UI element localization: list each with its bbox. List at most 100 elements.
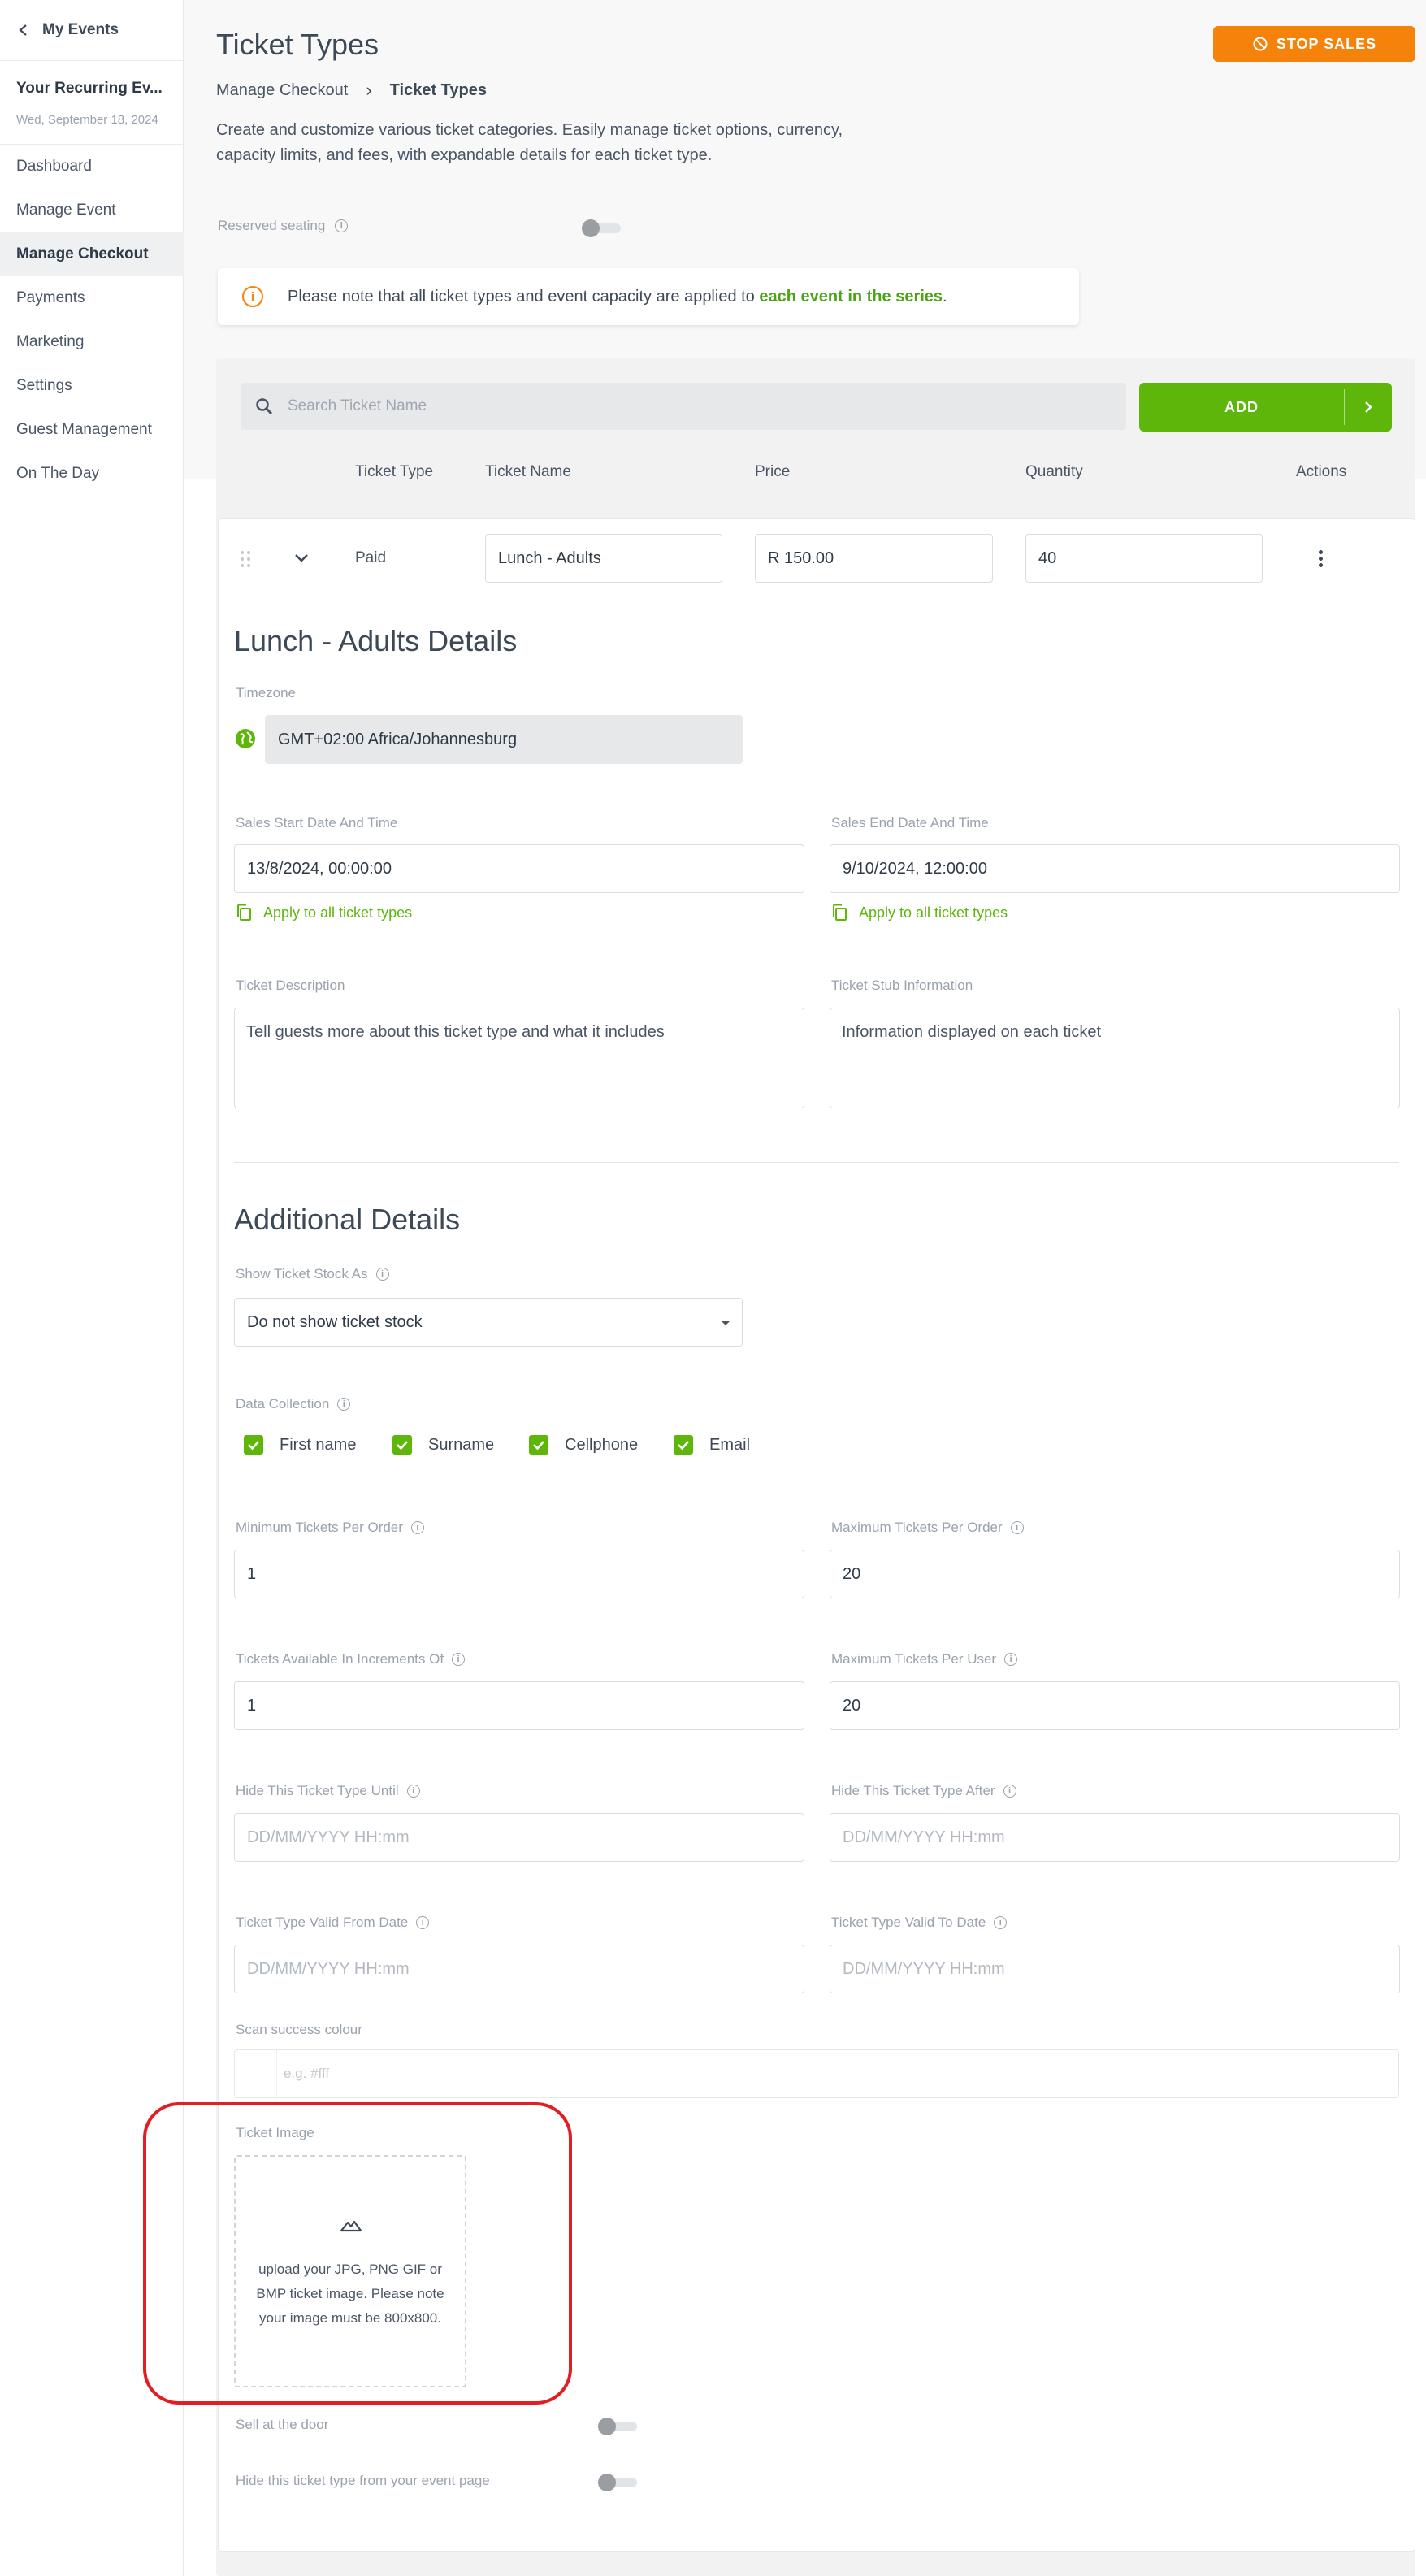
- quantity-input[interactable]: 40: [1025, 534, 1263, 583]
- apply-label: Apply to all ticket types: [263, 904, 413, 921]
- info-icon: i: [410, 1521, 424, 1534]
- checkbox-checked-icon: [244, 1435, 263, 1455]
- stock-label: Show Ticket Stock As i: [236, 1266, 389, 1282]
- info-icon: i: [1010, 1521, 1024, 1534]
- stock-select[interactable]: Do not show ticket stock: [234, 1298, 743, 1347]
- details-title: Lunch - Adults Details: [234, 624, 518, 657]
- ticket-stub-label: Ticket Stub Information: [831, 978, 973, 993]
- max-per-user-input[interactable]: 20: [830, 1681, 1400, 1730]
- series-notice: i Please note that all ticket types and …: [218, 268, 1079, 325]
- sidebar-item-on-the-day[interactable]: On The Day: [0, 452, 184, 496]
- reserved-seating-row: Reserved seating i: [218, 218, 349, 234]
- copy-icon: [833, 904, 847, 921]
- sidebar-item-manage-checkout[interactable]: Manage Checkout: [0, 232, 184, 276]
- breadcrumb-manage-checkout[interactable]: Manage Checkout: [216, 81, 348, 100]
- page-title: Ticket Types: [216, 28, 379, 61]
- stop-sales-button[interactable]: STOP SALES: [1213, 26, 1415, 62]
- column-actions: Actions: [1296, 463, 1347, 480]
- column-price: Price: [755, 463, 791, 480]
- copy-icon: [237, 904, 251, 921]
- event-title: Your Recurring Ev...: [16, 80, 163, 97]
- sidebar-nav: Dashboard Manage Event Manage Checkout P…: [0, 145, 184, 496]
- min-per-order-input[interactable]: 1: [234, 1550, 804, 1598]
- data-collection-label: Data Collection i: [236, 1396, 351, 1412]
- scan-colour-input[interactable]: e.g. #fff: [234, 2049, 1399, 2098]
- sales-end-input[interactable]: 9/10/2024, 12:00:00: [830, 844, 1400, 893]
- valid-to-input[interactable]: DD/MM/YYYY HH:mm: [830, 1945, 1400, 1993]
- sell-at-door-toggle[interactable]: [598, 2418, 637, 2435]
- sales-start-label: Sales Start Date And Time: [236, 815, 398, 830]
- more-actions-icon[interactable]: [1316, 548, 1324, 570]
- info-icon: i: [416, 1916, 430, 1929]
- timezone-label: Timezone: [236, 685, 297, 700]
- info-icon: i: [452, 1653, 466, 1666]
- apply-start-to-all-link[interactable]: Apply to all ticket types: [236, 904, 412, 922]
- valid-to-label: Ticket Type Valid To Date i: [831, 1915, 1008, 1931]
- info-icon: i: [1003, 1785, 1016, 1798]
- column-ticket-name: Ticket Name: [485, 463, 571, 480]
- info-icon: i: [375, 1268, 389, 1281]
- chevron-right-icon: [1365, 401, 1372, 413]
- caret-down-icon: [721, 1321, 730, 1325]
- info-icon: i: [1004, 1653, 1018, 1666]
- notice-text: Please note that all ticket types and ev…: [288, 287, 947, 306]
- sales-end-label: Sales End Date And Time: [831, 815, 989, 830]
- info-icon: i: [335, 219, 349, 232]
- apply-end-to-all-link[interactable]: Apply to all ticket types: [831, 904, 1008, 922]
- checkbox-first-name[interactable]: First name: [244, 1435, 356, 1455]
- sell-at-door-label: Sell at the door: [236, 2417, 329, 2432]
- checkbox-cellphone[interactable]: Cellphone: [529, 1435, 638, 1455]
- ticket-name-input[interactable]: Lunch - Adults: [485, 534, 722, 583]
- hide-until-input[interactable]: DD/MM/YYYY HH:mm: [234, 1813, 804, 1862]
- sidebar-item-marketing[interactable]: Marketing: [0, 320, 184, 364]
- sidebar-item-dashboard[interactable]: Dashboard: [0, 145, 184, 189]
- checkbox-checked-icon: [529, 1435, 548, 1455]
- info-icon: i: [337, 1398, 351, 1411]
- back-to-my-events[interactable]: My Events: [18, 18, 119, 42]
- checkbox-email[interactable]: Email: [674, 1435, 750, 1455]
- increments-input[interactable]: 1: [234, 1681, 804, 1730]
- scan-colour-placeholder: e.g. #fff: [284, 2066, 330, 2081]
- ticket-description-textarea[interactable]: Tell guests more about this ticket type …: [234, 1008, 804, 1108]
- hide-after-input[interactable]: DD/MM/YYYY HH:mm: [830, 1813, 1400, 1862]
- timezone-field[interactable]: GMT+02:00 Africa/Johannesburg: [265, 715, 743, 764]
- checkbox-surname[interactable]: Surname: [392, 1435, 494, 1455]
- search-placeholder: Search Ticket Name: [288, 397, 427, 414]
- search-input[interactable]: Search Ticket Name: [241, 383, 1126, 430]
- stock-value: Do not show ticket stock: [247, 1312, 423, 1331]
- chevron-down-icon[interactable]: [293, 551, 310, 566]
- page-description: Create and customize various ticket cate…: [216, 121, 843, 164]
- hide-from-page-toggle[interactable]: [598, 2474, 637, 2491]
- max-per-order-label: Maximum Tickets Per Order i: [831, 1520, 1024, 1536]
- hide-until-label: Hide This Ticket Type Until i: [236, 1783, 420, 1799]
- add-ticket-button[interactable]: ADD: [1139, 383, 1392, 432]
- valid-from-label: Ticket Type Valid From Date i: [236, 1915, 430, 1931]
- info-icon: i: [406, 1785, 420, 1798]
- panel-footer: [218, 2552, 1415, 2576]
- color-swatch[interactable]: [235, 2050, 277, 2097]
- event-date: Wed, September 18, 2024: [16, 113, 158, 127]
- valid-from-input[interactable]: DD/MM/YYYY HH:mm: [234, 1945, 804, 1993]
- checkbox-checked-icon: [392, 1435, 412, 1455]
- ticket-description-label: Ticket Description: [236, 978, 345, 993]
- drag-handle-icon[interactable]: [238, 549, 254, 569]
- reserved-seating-toggle[interactable]: [582, 219, 621, 237]
- price-input[interactable]: R 150.00: [755, 534, 993, 583]
- apply-label: Apply to all ticket types: [859, 904, 1008, 921]
- sidebar-item-guest-management[interactable]: Guest Management: [0, 408, 184, 452]
- search-icon: [256, 398, 273, 415]
- scan-colour-label: Scan success colour: [236, 2022, 362, 2037]
- add-dropdown-button[interactable]: [1345, 383, 1392, 432]
- divider: [0, 60, 184, 61]
- sidebar-item-settings[interactable]: Settings: [0, 364, 184, 408]
- sidebar-item-manage-event[interactable]: Manage Event: [0, 189, 184, 232]
- sales-start-input[interactable]: 13/8/2024, 00:00:00: [234, 844, 804, 893]
- ticket-stub-textarea[interactable]: Information displayed on each ticket: [830, 1008, 1400, 1108]
- breadcrumb: Manage Checkout › Ticket Types: [216, 80, 487, 101]
- add-label: ADD: [1224, 398, 1259, 415]
- max-per-order-input[interactable]: 20: [830, 1550, 1400, 1598]
- sidebar-item-payments[interactable]: Payments: [0, 276, 184, 320]
- breadcrumb-current: Ticket Types: [389, 80, 487, 99]
- breadcrumb-separator: ›: [366, 80, 372, 100]
- min-per-order-label: Minimum Tickets Per Order i: [236, 1520, 424, 1536]
